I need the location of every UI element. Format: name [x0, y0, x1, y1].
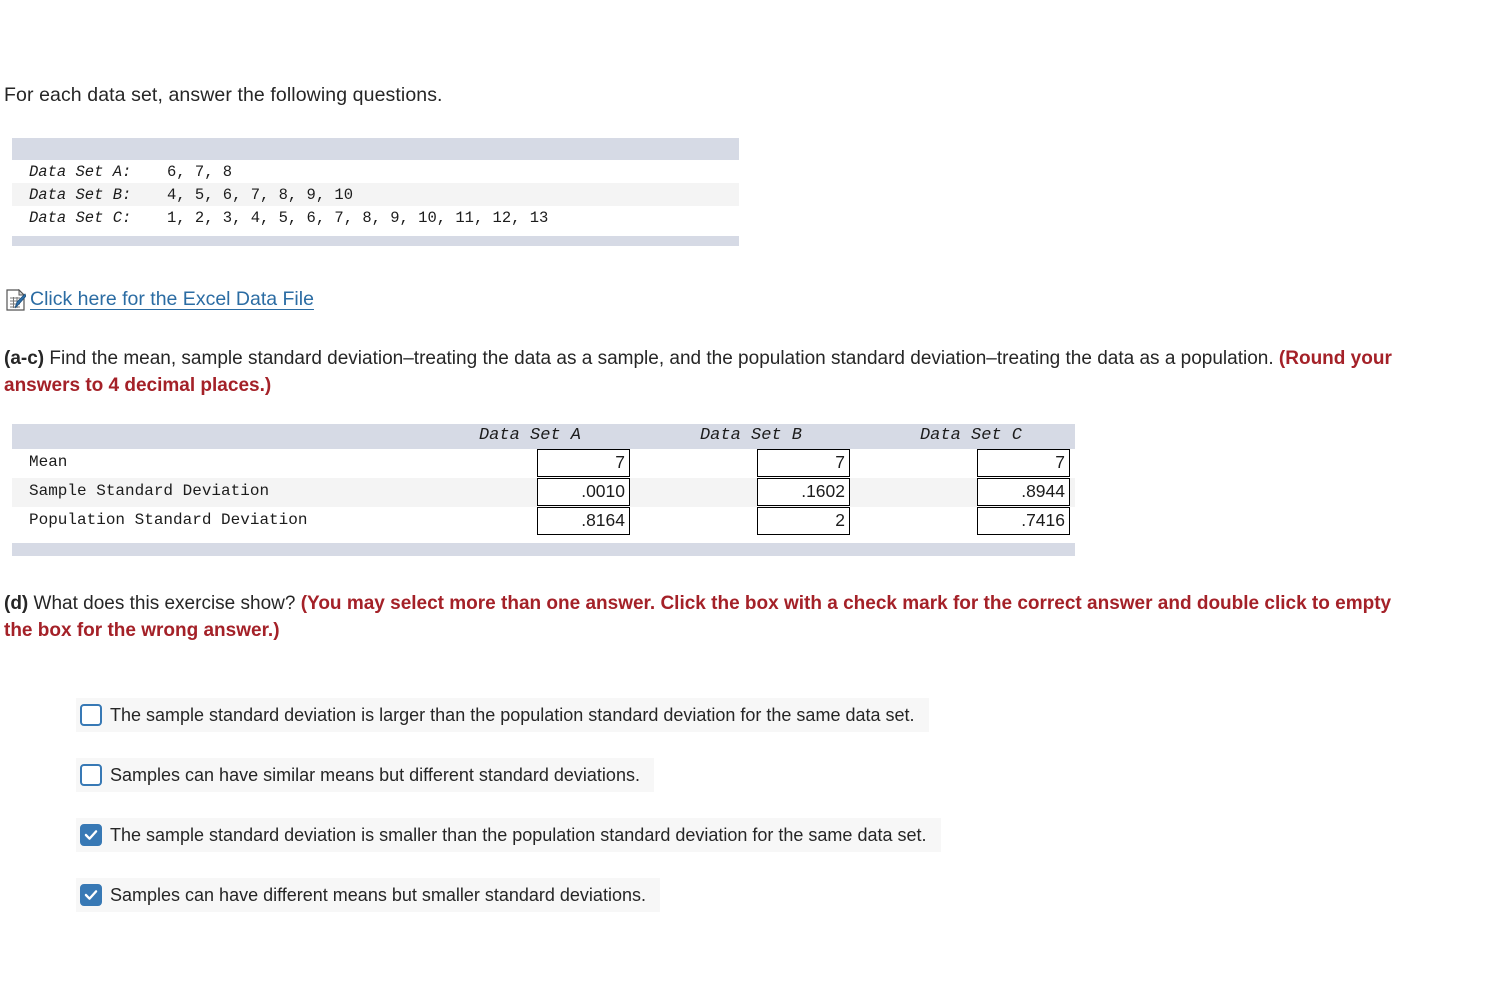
dataset-row-b: Data Set B: 4, 5, 6, 7, 8, 9, 10 — [12, 183, 739, 206]
question-ac-tag: (a-c) — [4, 348, 45, 369]
dataset-row-c: Data Set C: 1, 2, 3, 4, 5, 6, 7, 8, 9, 1… — [12, 206, 739, 229]
checkbox-option-4[interactable] — [80, 884, 102, 906]
column-header-data-set-b: Data Set B — [699, 426, 803, 445]
option-label-1[interactable]: The sample standard deviation is larger … — [110, 705, 915, 726]
option-row-1[interactable]: The sample standard deviation is larger … — [76, 698, 929, 732]
population-sd-input-data-set-c[interactable]: .7416 — [977, 507, 1070, 535]
option-label-4[interactable]: Samples can have different means but sma… — [110, 885, 646, 906]
question-d-tag: (d) — [4, 593, 29, 614]
column-header-data-set-c: Data Set C — [919, 426, 1023, 445]
option-row-4[interactable]: Samples can have different means but sma… — [76, 878, 660, 912]
answers-row-population-sd-label: Population Standard Deviation — [29, 511, 308, 529]
answers-table-footer-band — [12, 543, 1075, 556]
sample-sd-input-data-set-c[interactable]: .8944 — [977, 478, 1070, 506]
population-sd-input-data-set-a[interactable]: .8164 — [537, 507, 630, 535]
answers-table: Data Set A Data Set B Data Set C Mean 7 … — [12, 424, 1075, 556]
sample-sd-input-data-set-b[interactable]: .1602 — [757, 478, 850, 506]
answers-table-header: Data Set A Data Set B Data Set C — [12, 424, 1075, 449]
mean-input-data-set-c[interactable]: 7 — [977, 449, 1070, 477]
question-d-body: What does this exercise show? — [28, 593, 301, 614]
excel-document-icon — [6, 288, 26, 311]
option-row-3[interactable]: The sample standard deviation is smaller… — [76, 818, 941, 852]
answer-options-list: The sample standard deviation is larger … — [76, 698, 1176, 938]
dataset-row-c-values: 1, 2, 3, 4, 5, 6, 7, 8, 9, 10, 11, 12, 1… — [167, 208, 549, 227]
option-label-2[interactable]: Samples can have similar means but diffe… — [110, 765, 640, 786]
checkbox-option-2[interactable] — [80, 764, 102, 786]
dataset-row-a-values: 6, 7, 8 — [167, 162, 233, 181]
dataset-row-c-label: Data Set C: — [29, 208, 132, 227]
question-ac: (a-c) Find the mean, sample standard dev… — [4, 345, 1424, 399]
dataset-row-a-label: Data Set A: — [29, 162, 132, 181]
excel-data-file-link-row[interactable]: Click here for the Excel Data File — [6, 288, 314, 311]
answers-row-mean-label: Mean — [29, 453, 68, 471]
dataset-row-a: Data Set A: 6, 7, 8 — [12, 160, 739, 183]
dataset-table-header-band — [12, 138, 739, 160]
dataset-table-footer-band — [12, 236, 739, 246]
answers-row-mean: Mean 7 7 7 — [12, 449, 1075, 478]
option-label-3[interactable]: The sample standard deviation is smaller… — [110, 825, 927, 846]
dataset-row-b-label: Data Set B: — [29, 185, 132, 204]
question-d: (d) What does this exercise show? (You m… — [4, 590, 1424, 644]
answers-row-sample-sd-label: Sample Standard Deviation — [29, 482, 270, 500]
excel-data-file-link[interactable]: Click here for the Excel Data File — [30, 288, 314, 311]
mean-input-data-set-a[interactable]: 7 — [537, 449, 630, 477]
column-header-data-set-a: Data Set A — [478, 426, 582, 445]
answers-row-population-sd: Population Standard Deviation .8164 2 .7… — [12, 507, 1075, 536]
question-ac-body: Find the mean, sample standard deviation… — [44, 348, 1279, 369]
intro-text: For each data set, answer the following … — [4, 84, 443, 106]
mean-input-data-set-b[interactable]: 7 — [757, 449, 850, 477]
option-row-2[interactable]: Samples can have similar means but diffe… — [76, 758, 654, 792]
answers-row-sample-sd: Sample Standard Deviation .0010 .1602 .8… — [12, 478, 1075, 507]
checkbox-option-1[interactable] — [80, 704, 102, 726]
checkbox-option-3[interactable] — [80, 824, 102, 846]
population-sd-input-data-set-b[interactable]: 2 — [757, 507, 850, 535]
dataset-row-b-values: 4, 5, 6, 7, 8, 9, 10 — [167, 185, 354, 204]
dataset-table: Data Set A: 6, 7, 8 Data Set B: 4, 5, 6,… — [12, 138, 739, 246]
sample-sd-input-data-set-a[interactable]: .0010 — [537, 478, 630, 506]
